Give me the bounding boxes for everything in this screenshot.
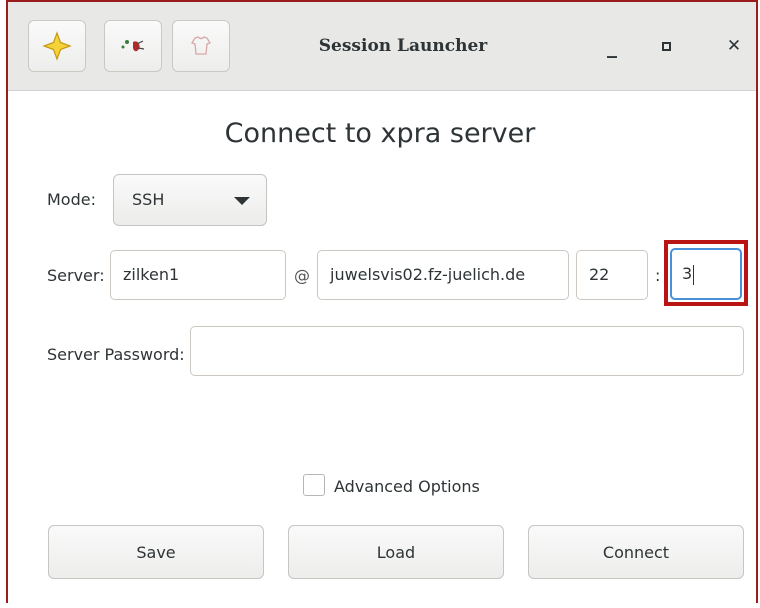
bug-button[interactable] (104, 20, 162, 72)
star-button[interactable] (28, 20, 86, 72)
mode-selected-value: SSH (132, 190, 165, 209)
page-heading: Connect to xpra server (224, 118, 536, 149)
window-titlebar: Session Launcher _ ✕ (8, 2, 756, 91)
save-button[interactable]: Save (48, 525, 264, 579)
host-input[interactable]: juwelsvis02.fz-juelich.de (317, 250, 569, 300)
window-title: Session Launcher (318, 36, 488, 56)
mode-dropdown[interactable]: SSH (113, 174, 267, 226)
shirt-icon (191, 36, 211, 55)
minimize-icon: _ (607, 34, 617, 58)
username-input[interactable]: zilken1 (110, 250, 286, 300)
chevron-down-icon (234, 197, 250, 205)
highlight-annotation (664, 240, 748, 306)
advanced-options-label[interactable]: Advanced Options (334, 477, 480, 496)
port-input[interactable]: 22 (576, 250, 648, 300)
bottom-edge (0, 603, 760, 608)
star-icon (42, 31, 72, 61)
minimize-button[interactable]: _ (592, 28, 632, 64)
load-button[interactable]: Load (288, 525, 504, 579)
close-icon: ✕ (726, 36, 742, 56)
maximize-icon (661, 41, 671, 51)
shirt-button[interactable] (172, 20, 230, 72)
bug-icon (121, 40, 145, 52)
close-button[interactable]: ✕ (714, 28, 754, 64)
colon-separator: : (655, 266, 661, 285)
advanced-options-checkbox[interactable] (303, 474, 325, 496)
at-separator: @ (294, 266, 310, 285)
password-input[interactable] (190, 326, 744, 376)
password-label: Server Password: (47, 345, 185, 364)
connect-button[interactable]: Connect (528, 525, 744, 579)
mode-label: Mode: (47, 190, 96, 209)
server-label: Server: (47, 266, 105, 285)
maximize-button[interactable] (646, 28, 686, 64)
